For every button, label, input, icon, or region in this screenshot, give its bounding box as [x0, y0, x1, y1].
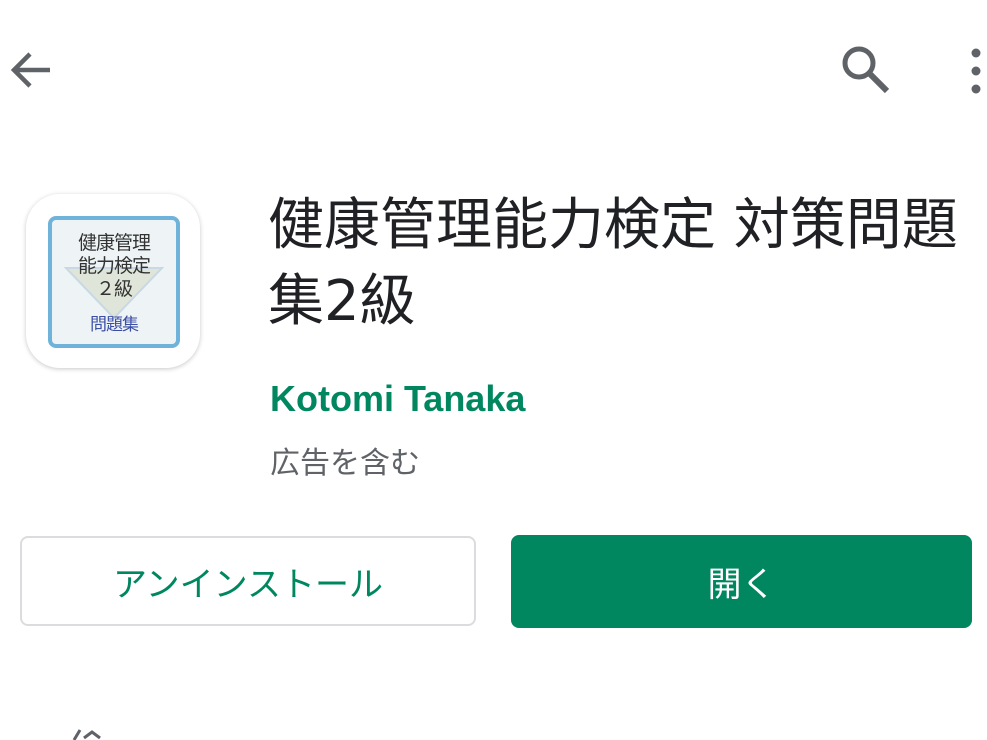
app-icon-artwork: 健康管理 能力検定 ２級 問題集 — [48, 216, 180, 348]
app-details-page: 健康管理 能力検定 ２級 問題集 健康管理能力検定 対策問題集2級 Kotomi… — [0, 0, 987, 740]
contains-ads-label: 広告を含む — [270, 446, 420, 481]
search-button[interactable] — [838, 42, 892, 96]
search-icon — [842, 46, 890, 94]
developer-link[interactable]: Kotomi Tanaka — [270, 378, 525, 420]
arrow-left-icon — [10, 52, 50, 88]
top-app-bar — [0, 0, 987, 140]
app-icon-text-line4: 問題集 — [90, 315, 139, 335]
cut-off-text-fragment — [72, 729, 101, 740]
app-title: 健康管理能力検定 対策問題集2級 — [268, 193, 958, 334]
more-vert-icon — [971, 48, 981, 94]
uninstall-button[interactable]: アンインストール — [20, 536, 476, 626]
open-button[interactable]: 開く — [511, 535, 972, 628]
back-button[interactable] — [6, 44, 56, 94]
app-icon-text-line3: ２級 — [95, 278, 133, 300]
app-icon: 健康管理 能力検定 ２級 問題集 — [26, 194, 200, 368]
more-options-button[interactable] — [958, 46, 987, 96]
